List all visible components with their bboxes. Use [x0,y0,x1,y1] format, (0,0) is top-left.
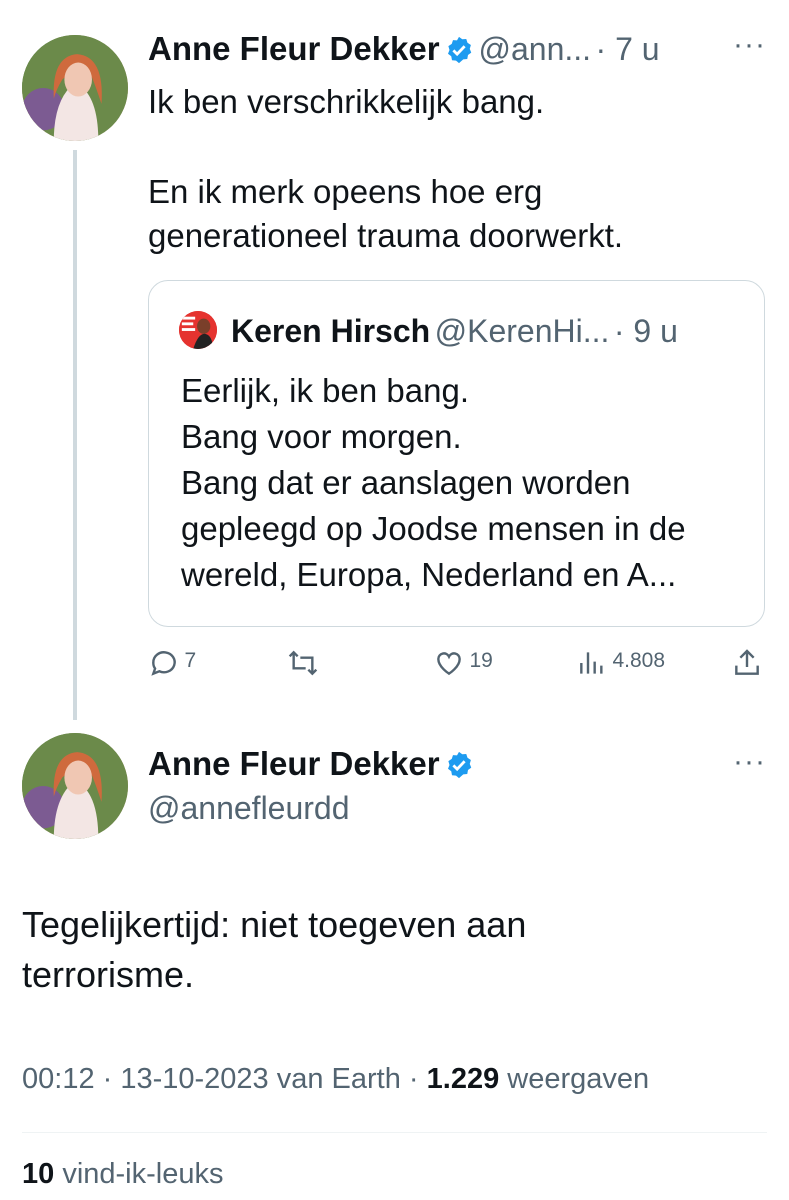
heart-icon [437,652,461,676]
reply-icon [151,651,176,676]
like-count: 19 [469,649,493,673]
tweet1-header: Anne Fleur Dekker @ann... · 7 u [148,30,660,68]
tweet-timestamp[interactable]: 00:12 · 13-10-2023 van Earth · [22,1063,419,1095]
quoted-tweet[interactable]: Keren Hirsch @KerenHi... · 9 u Eerlijk, … [148,280,765,627]
quote-text-line: gepleegd op Joodse mensen in de [181,510,686,547]
quote-text-line: Bang dat er aanslagen worden [181,464,631,501]
share-icon [735,649,759,675]
tweet-text-line: generationeel trauma doorwerkt. [148,217,624,254]
quote-avatar-icon [179,311,217,349]
tweet-text-line: En ik merk opeens hoe erg [148,173,543,210]
retweet-button[interactable] [286,647,320,684]
author-handle[interactable]: @ann... [479,31,592,67]
likes-count: 10 [22,1158,55,1190]
quote-avatar [179,311,217,349]
tweet-meta: 00:12 · 13-10-2023 van Earth · 1.229 wee… [22,1063,649,1096]
divider [22,1132,767,1133]
verified-badge-icon [448,36,472,64]
views-count: 4.808 [612,649,666,673]
tweet-text-line: Tegelijkertijd: niet toegeven aan [22,904,527,945]
quote-author-handle[interactable]: @KerenHi... [435,313,610,349]
avatar[interactable] [22,35,128,141]
quote-text-line: Eerlijk, ik ben bang. [181,372,469,409]
like-button[interactable]: 19 [433,647,493,679]
reply-count: 7 [184,649,197,673]
avatar-photo-icon [22,733,128,839]
quote-time[interactable]: · 9 u [614,313,678,349]
author-name[interactable]: Anne Fleur Dekker [148,745,440,782]
quote-header: Keren Hirsch @KerenHi... · 9 u [231,313,678,350]
author-name[interactable]: Anne Fleur Dekker [148,30,440,67]
tweet-action-bar: 7 19 4.808 [148,645,763,685]
quote-text-line: Bang voor morgen. [181,418,462,455]
more-options-icon[interactable]: ··· [733,745,766,779]
tweet-text-line: terrorisme. [22,954,195,995]
tweet-text-line: Ik ben verschrikkelijk bang. [148,83,545,120]
thread-connector-line [73,150,77,720]
quote-text-line: wereld, Europa, Nederland en A... [181,556,677,593]
share-button[interactable] [731,647,763,684]
avatar-photo-icon [22,35,128,141]
verified-badge-icon [448,751,472,779]
tweet-time[interactable]: · 7 u [596,31,660,67]
reply-button[interactable]: 7 [148,647,196,679]
views-label: weergaven [507,1063,650,1095]
tweet2-header: Anne Fleur Dekker [148,745,474,783]
views-count: 1.229 [426,1063,500,1095]
likes-summary[interactable]: 10 vind-ik-leuks [22,1158,224,1191]
more-options-icon[interactable]: ··· [733,28,766,62]
retweet-icon [288,650,318,676]
views-button[interactable]: 4.808 [576,647,665,679]
author-handle[interactable]: @annefleurdd [148,790,350,827]
quote-author-name[interactable]: Keren Hirsch [231,313,430,349]
likes-label: vind-ik-leuks [62,1158,224,1190]
views-chart-icon [580,652,603,674]
avatar[interactable] [22,733,128,839]
